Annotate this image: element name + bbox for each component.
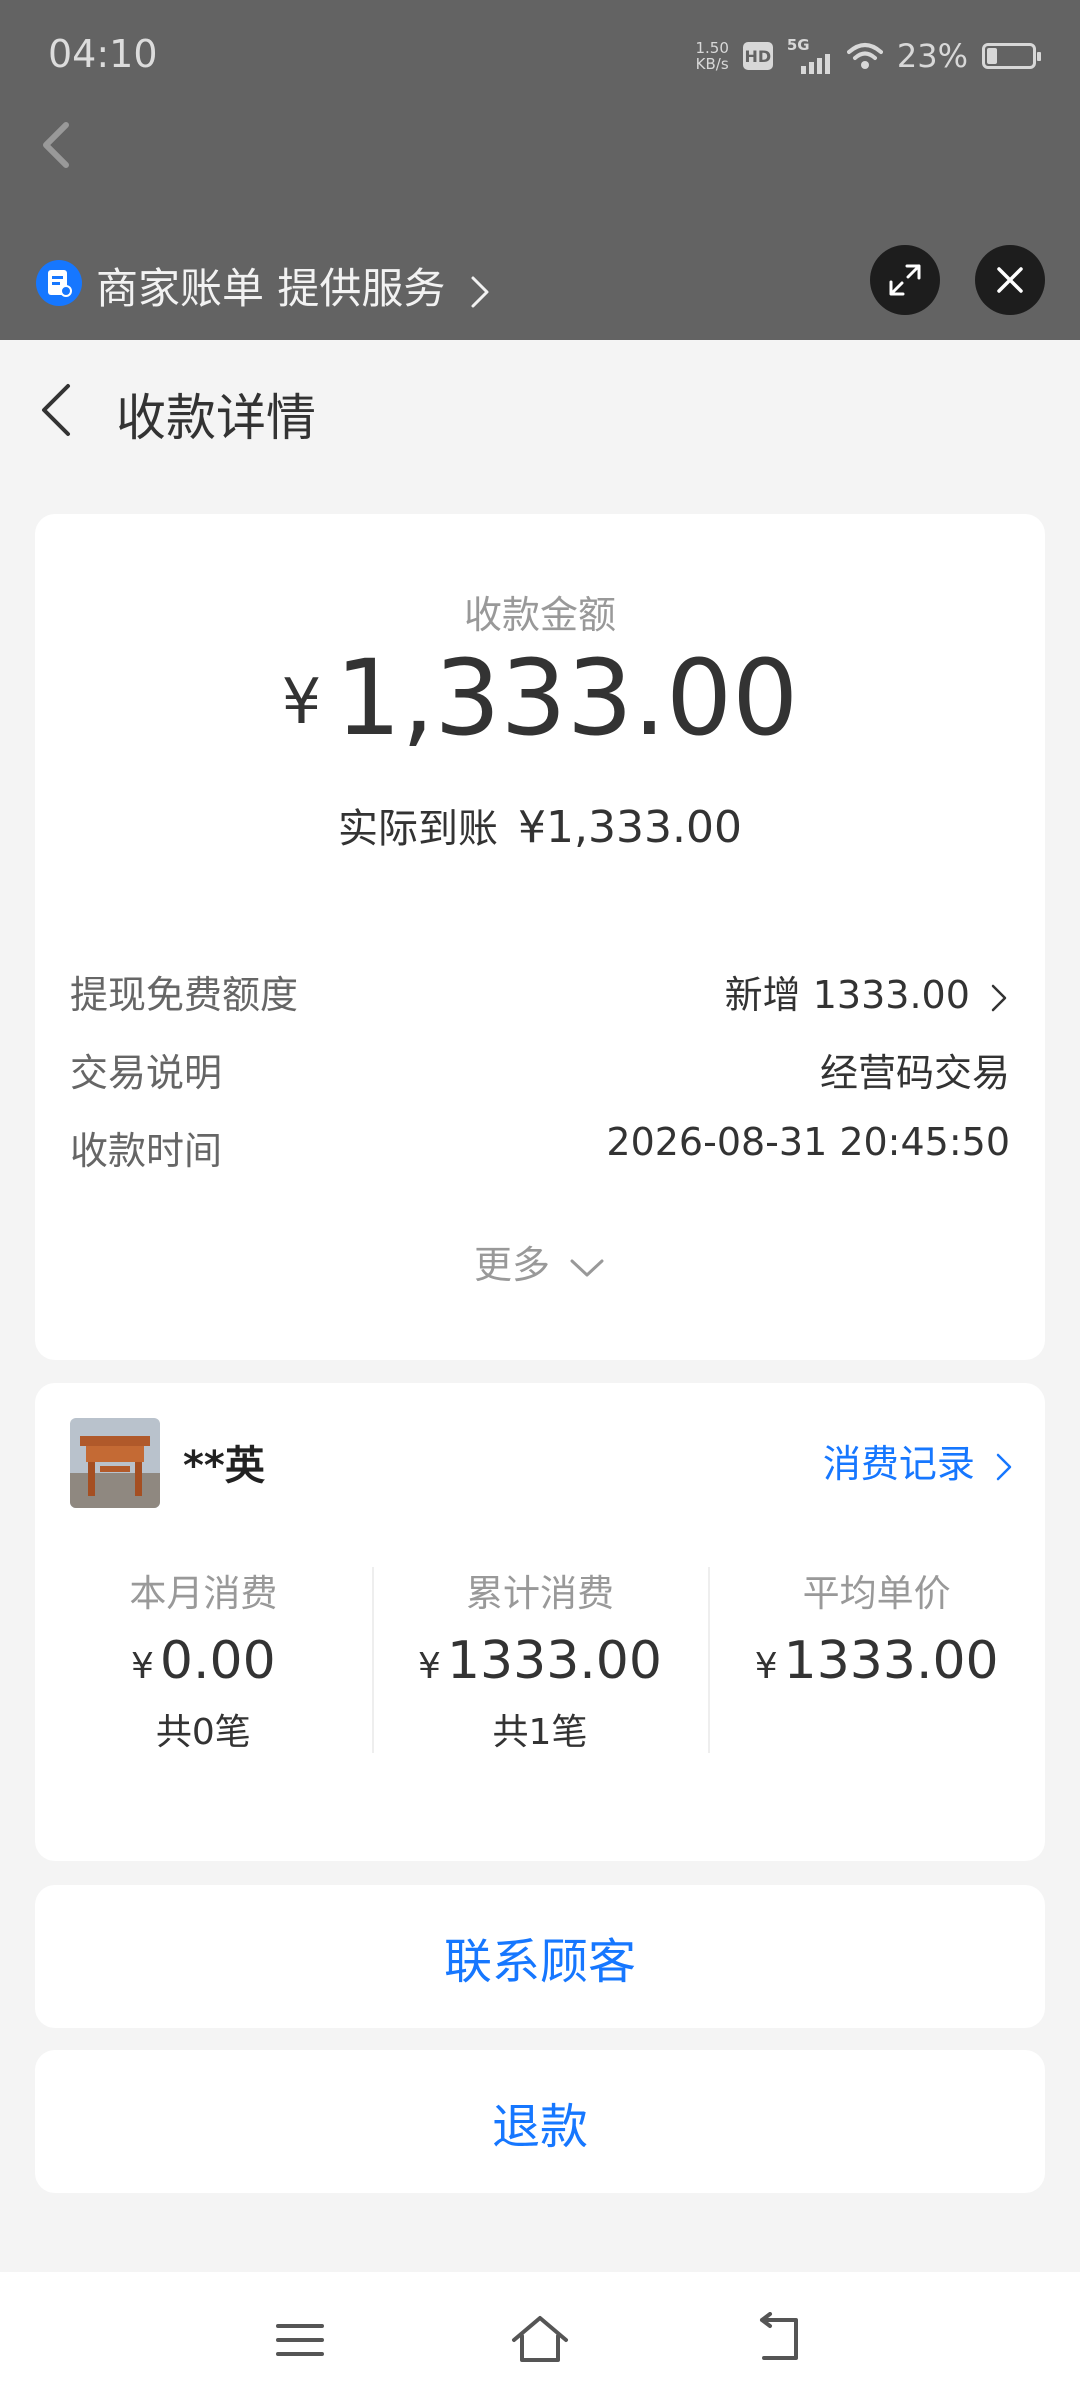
amount-value: 1,333.00	[335, 637, 799, 759]
navigation-bar	[0, 2272, 1080, 2400]
dimmed-overlay: 04:10 1.50 KB/s HD 5G 23% 商家账单 提供服务	[0, 0, 1080, 340]
chevron-right-icon	[996, 1453, 1012, 1480]
info-label: 收款时间	[70, 1129, 223, 1173]
info-row-free-quota[interactable]: 提现免费额度 新增 1333.00	[70, 964, 1010, 1024]
info-row-description: 交易说明 经营码交易	[70, 1042, 1010, 1102]
status-time: 04:10	[48, 32, 158, 76]
consumption-record-link[interactable]: 消费记录	[823, 1433, 1015, 1488]
hd-icon: HD	[742, 42, 773, 70]
actual-label: 实际到账	[338, 806, 499, 852]
info-value: 新增 1333.00	[725, 964, 1010, 1019]
stat-monthly: 本月消费 ¥0.00 共0笔	[35, 1563, 372, 1753]
back-icon[interactable]	[750, 2312, 810, 2368]
expand-button[interactable]	[870, 245, 940, 315]
status-bar: 04:10 1.50 KB/s HD 5G 23%	[0, 0, 1080, 110]
header: 收款详情	[0, 340, 1080, 480]
close-button[interactable]	[975, 245, 1045, 315]
stat-total: 累计消费 ¥1333.00 共1笔	[371, 1563, 709, 1753]
customer-avatar	[70, 1418, 160, 1508]
signal-icon: 5G	[787, 36, 833, 74]
chevron-down-icon	[570, 1259, 604, 1276]
stat-value: ¥1333.00	[418, 1631, 662, 1691]
info-row-time: 收款时间 2026-08-31 20:45:50	[70, 1120, 1010, 1180]
wifi-icon	[846, 43, 883, 69]
detail-sheet: 收款详情 收款金额 ¥1,333.00 实际到账 ¥1,333.00 提现免费额度…	[0, 340, 1080, 2272]
chevron-right-icon	[991, 984, 1007, 1011]
info-value: 经营码交易	[819, 1051, 1010, 1095]
page-title: 收款详情	[116, 389, 316, 447]
stat-value: ¥1333.00	[754, 1631, 999, 1691]
menu-icon[interactable]	[270, 2312, 330, 2368]
amount-card: 收款金额 ¥1,333.00 实际到账 ¥1,333.00 提现免费额度 新增 1…	[35, 514, 1045, 1360]
info-label: 交易说明	[70, 1051, 223, 1095]
actual-value: ¥1,333.00	[518, 802, 742, 853]
expand-icon	[889, 264, 921, 296]
close-icon	[997, 267, 1023, 293]
battery-icon	[982, 43, 1041, 69]
chevron-right-icon	[471, 276, 489, 307]
contact-customer-button[interactable]: 联系顾客	[35, 1885, 1045, 2028]
stat-label: 平均单价	[802, 1572, 951, 1615]
home-icon[interactable]	[510, 2312, 570, 2368]
amount-label: 收款金额	[463, 593, 616, 637]
back-arrow-icon[interactable]	[30, 380, 90, 440]
battery-percent: 23%	[896, 37, 968, 75]
actual-received: 实际到账 ¥1,333.00	[35, 796, 1045, 854]
network-speed: 1.50 KB/s	[695, 39, 729, 73]
currency-symbol: ¥	[281, 664, 322, 738]
mini-program-title-text: 商家账单 提供服务	[96, 264, 446, 313]
more-button[interactable]: 更多	[35, 1234, 1045, 1289]
mini-program-title[interactable]: 商家账单 提供服务	[96, 255, 491, 316]
refund-button[interactable]: 退款	[35, 2050, 1045, 2193]
bill-icon	[36, 260, 82, 306]
mini-program-bar: 商家账单 提供服务	[0, 225, 1080, 335]
status-icons: 1.50 KB/s HD 5G 23%	[695, 34, 1041, 78]
customer-stats: 本月消费 ¥0.00 共0笔 累计消费 ¥1333.00 共1笔 平均单价 ¥1…	[35, 1563, 1045, 1753]
stat-count: 共1笔	[492, 1712, 588, 1753]
info-label: 提现免费额度	[70, 973, 299, 1017]
customer-name: **英	[183, 1443, 265, 1489]
stat-label: 累计消费	[466, 1572, 614, 1615]
stat-value: ¥0.00	[130, 1631, 276, 1691]
stat-count: 共0笔	[155, 1712, 251, 1753]
background-back-arrow-icon	[43, 122, 69, 168]
info-value: 2026-08-31 20:45:50	[606, 1120, 1010, 1164]
stat-label: 本月消费	[129, 1572, 278, 1615]
customer-card: **英 消费记录 本月消费 ¥0.00 共0笔 累计消费 ¥1333.00 共1…	[35, 1383, 1045, 1861]
stat-average: 平均单价 ¥1333.00	[708, 1563, 1045, 1753]
amount-display: ¥1,333.00	[35, 638, 1045, 766]
